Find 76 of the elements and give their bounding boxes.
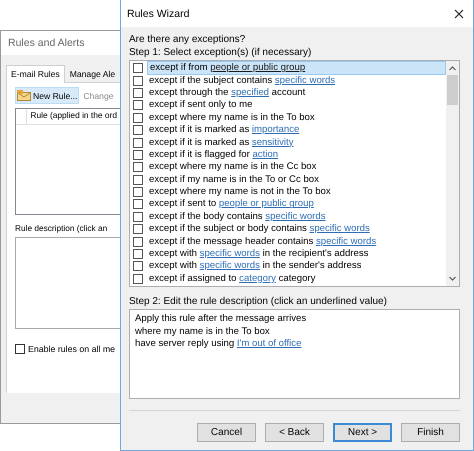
scrollbar-thumb[interactable] xyxy=(447,75,458,105)
exception-item[interactable]: except where my name is not in the To box xyxy=(147,186,333,198)
exception-item[interactable]: except with specific words in the recipient's address xyxy=(147,248,370,260)
new-rule-button[interactable]: New Rule... xyxy=(15,87,80,104)
link[interactable]: importance xyxy=(252,124,300,136)
envelope-icon xyxy=(17,90,31,101)
checkbox[interactable] xyxy=(133,261,143,272)
prompt-text: Are there any exceptions? xyxy=(129,33,246,46)
exception-item[interactable]: except if it is marked as sensitivity xyxy=(147,136,296,149)
exception-item[interactable]: except through the specified account xyxy=(147,86,308,99)
tab[interactable]: E-mail Rules xyxy=(6,65,65,83)
checkbox-label: Enable rules on all me xyxy=(28,344,116,354)
dialog-button[interactable]: Cancel xyxy=(197,423,256,442)
exception-item[interactable]: except if the subject contains specific words xyxy=(147,74,338,87)
checkbox[interactable] xyxy=(133,150,143,160)
link[interactable]: people or public group xyxy=(210,62,306,74)
exception-item[interactable]: except if the body contains specific words xyxy=(147,210,328,223)
link[interactable]: specific words xyxy=(265,210,326,222)
checkbox[interactable] xyxy=(133,199,143,210)
section-label: Rule description (click an xyxy=(15,223,108,233)
checkbox[interactable] xyxy=(15,344,25,354)
checkbox[interactable] xyxy=(133,112,143,123)
checkbox[interactable] xyxy=(133,224,143,234)
checkbox[interactable] xyxy=(133,63,143,74)
link[interactable]: category xyxy=(239,272,276,284)
link[interactable]: specific words xyxy=(310,223,370,234)
description-line: have server reply using I'm out of office xyxy=(135,338,302,350)
exception-item[interactable]: except if it is flagged for action xyxy=(147,148,280,161)
toolbar-button[interactable]: Change xyxy=(81,88,116,104)
link[interactable]: specified xyxy=(231,86,270,98)
link[interactable]: specific words xyxy=(316,236,376,247)
scrollbar[interactable] xyxy=(446,61,459,286)
checkbox[interactable] xyxy=(133,162,143,172)
checkbox[interactable] xyxy=(133,76,143,86)
checkbox[interactable] xyxy=(133,100,143,110)
checkbox[interactable] xyxy=(133,274,143,284)
dialog-button[interactable]: Finish xyxy=(401,423,460,442)
link[interactable]: sensitivity xyxy=(252,136,294,148)
description-line: where my name is in the To box xyxy=(135,326,271,338)
window-title: Rules Wizard xyxy=(127,8,190,20)
link[interactable]: I'm out of office xyxy=(236,338,302,349)
exception-item[interactable]: except if it is marked as importance xyxy=(147,124,302,136)
dialog-button[interactable]: < Back xyxy=(265,423,324,442)
exception-item[interactable]: except with specific words in the sender's address xyxy=(147,260,364,272)
checkbox[interactable] xyxy=(133,138,143,148)
checkbox[interactable] xyxy=(133,236,143,247)
close-icon[interactable] xyxy=(454,8,464,18)
window-title: Rules and Alerts xyxy=(1,31,120,55)
checkbox[interactable] xyxy=(133,212,143,222)
exception-item[interactable]: except if sent only to me xyxy=(147,99,254,112)
scroll-up-icon[interactable] xyxy=(448,64,457,73)
checkbox[interactable] xyxy=(133,88,143,98)
checkbox[interactable] xyxy=(133,125,143,136)
link[interactable]: people or public group xyxy=(218,198,314,210)
checkbox[interactable] xyxy=(133,174,143,185)
link[interactable]: specific words xyxy=(200,248,260,260)
exception-item[interactable]: except if assigned to category category xyxy=(147,272,318,285)
exception-item[interactable]: except if my name is in the To or Cc box xyxy=(147,174,321,186)
link[interactable]: specific words xyxy=(274,74,336,86)
dialog-button[interactable]: Next > xyxy=(333,423,392,442)
step-label: Step 2: Edit the rule description (click an underlined value) xyxy=(129,295,388,308)
link[interactable]: specific words xyxy=(200,260,260,272)
column-header[interactable]: Rule (applied in the ord xyxy=(27,109,120,124)
checkbox[interactable] xyxy=(133,187,143,198)
description-line: Apply this rule after the message arrives xyxy=(135,313,308,326)
tab[interactable]: Manage Ale xyxy=(64,65,120,82)
checkbox[interactable] xyxy=(133,249,143,260)
exception-item[interactable]: except where my name is in the Cc box xyxy=(147,161,318,174)
exception-item[interactable]: except if the message header contains specific words xyxy=(147,236,378,248)
scroll-down-icon[interactable] xyxy=(448,274,457,283)
exception-item[interactable]: except if the subject or body contains specific words xyxy=(147,223,372,236)
exception-item[interactable]: except if sent to people or public group xyxy=(147,198,316,210)
exception-item[interactable]: except if from people or public group xyxy=(147,61,446,76)
exception-item[interactable]: except where my name is in the To box xyxy=(147,112,317,124)
step-label: Step 1: Select exception(s) (if necessary) xyxy=(129,46,312,59)
link[interactable]: action xyxy=(252,148,278,160)
